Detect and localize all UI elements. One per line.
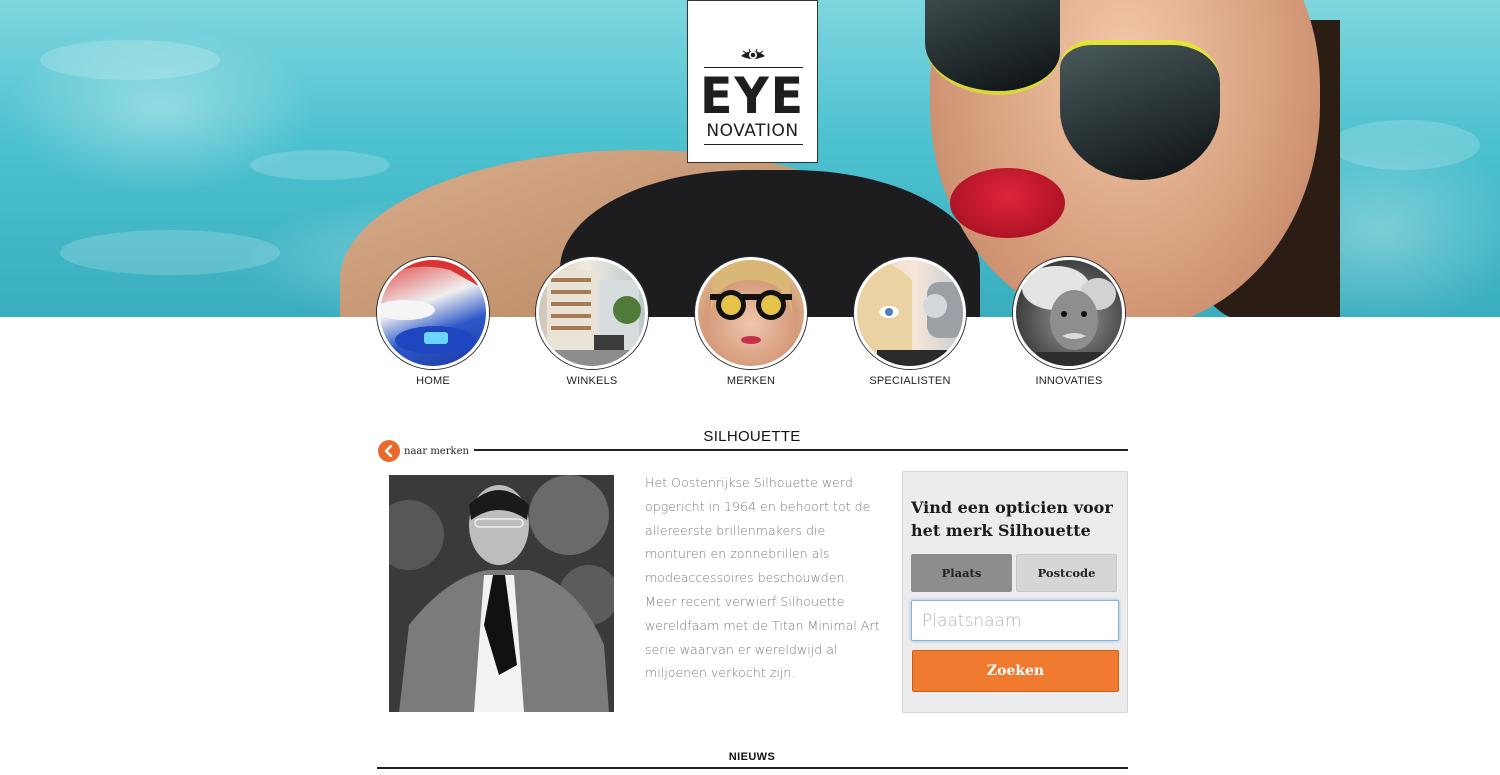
hero-sunglasses-right <box>1060 40 1220 180</box>
logo-divider <box>704 144 803 145</box>
man-in-suit-image <box>389 475 614 712</box>
nav-item-home[interactable]: HOME <box>377 257 489 387</box>
title-divider <box>474 449 1128 451</box>
nav-merken-image <box>695 257 807 369</box>
back-to-brands-link[interactable]: naar merken <box>378 440 469 462</box>
nav-label: INNOVATIES <box>1035 375 1103 387</box>
chevron-left-icon <box>378 440 400 462</box>
eye-icon <box>741 48 765 59</box>
brand-campaign-photo <box>389 475 614 712</box>
store-icon <box>539 270 645 366</box>
tab-postcode[interactable]: Postcode <box>1016 554 1117 592</box>
search-button[interactable]: Zoeken <box>912 650 1119 692</box>
hero-model-lips <box>950 168 1065 238</box>
nav-item-winkels[interactable]: WINKELS <box>536 257 648 387</box>
dealer-search-panel: Vind een opticien voor het merk Silhouet… <box>902 471 1128 713</box>
tab-plaats[interactable]: Plaats <box>911 554 1012 592</box>
nav-item-specialisten[interactable]: SPECIALISTEN <box>854 257 966 387</box>
water-ripple <box>1330 120 1480 170</box>
brand-description: Het Oostenrijkse Silhouette werd opgeric… <box>645 475 880 681</box>
nav-specialisten-image <box>854 257 966 369</box>
main-navigation: HOME WINKELS MERKEN SPECIALISTEN INNOVAT… <box>377 257 1127 392</box>
water-ripple <box>60 230 280 275</box>
page-title: SILHOUETTE <box>703 428 801 445</box>
scientist-portrait-icon <box>1022 266 1116 366</box>
news-divider <box>377 767 1128 769</box>
nav-label: HOME <box>416 375 450 387</box>
nav-item-merken[interactable]: MERKEN <box>695 257 807 387</box>
logo-subtitle: NOVATION <box>706 121 799 141</box>
sunglasses-icon <box>380 260 486 354</box>
back-link-label: naar merken <box>404 445 469 457</box>
logo-wordmark: EYE <box>699 67 806 125</box>
city-search-input[interactable] <box>911 600 1119 641</box>
eye-exam-icon <box>857 260 963 366</box>
nav-label: SPECIALISTEN <box>869 375 951 387</box>
nav-label: MERKEN <box>726 375 776 387</box>
nav-label: WINKELS <box>566 375 618 387</box>
nav-home-image <box>377 257 489 369</box>
news-section-title: NIEUWS <box>728 751 776 763</box>
nav-innovaties-image <box>1013 257 1125 369</box>
search-panel-title: Vind een opticien voor het merk Silhouet… <box>911 498 1113 540</box>
water-ripple <box>250 150 390 180</box>
model-sunglasses-icon <box>710 260 793 344</box>
nav-winkels-image <box>536 257 648 369</box>
water-ripple <box>40 40 220 80</box>
nav-item-innovaties[interactable]: INNOVATIES <box>1013 257 1125 387</box>
site-logo[interactable]: EYE NOVATION <box>687 0 818 163</box>
